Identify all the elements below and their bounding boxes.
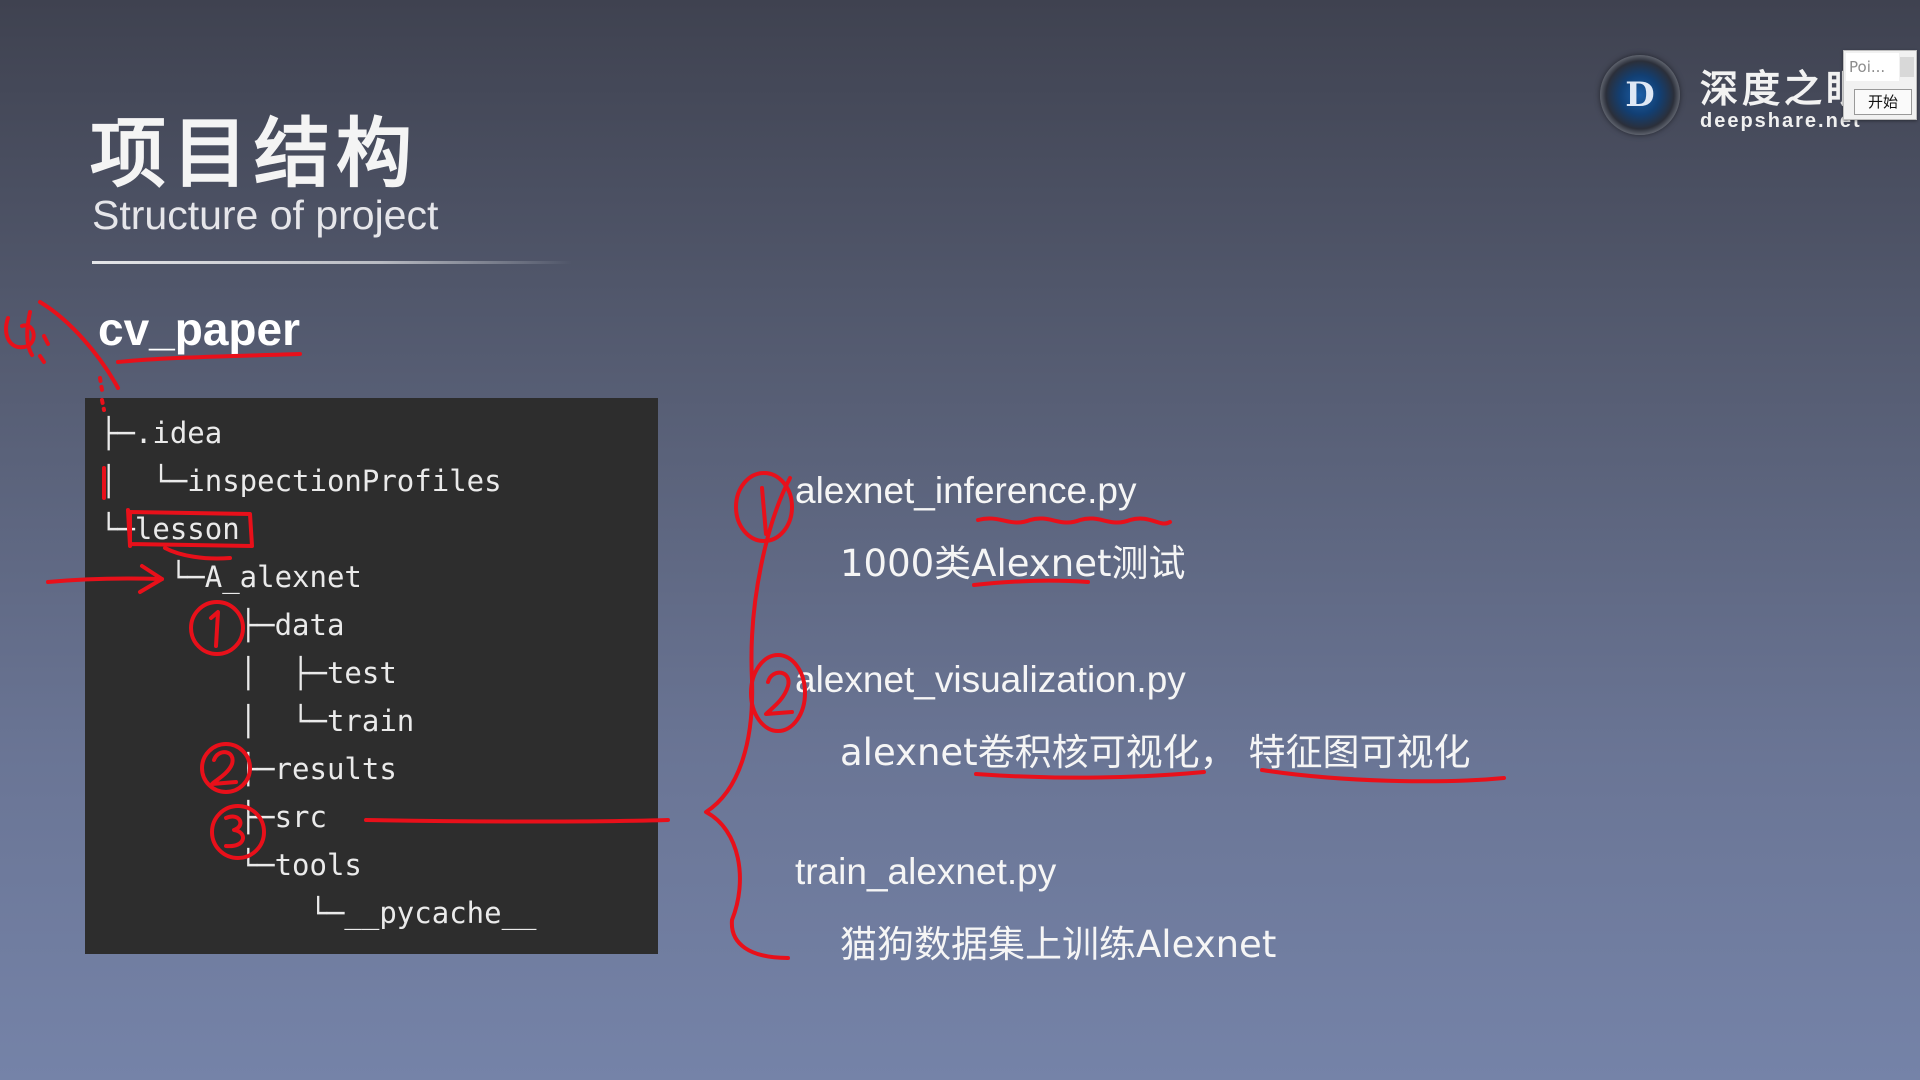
digit-file-1 [760, 486, 768, 536]
file-name-inference: alexnet_inference.py [795, 470, 1137, 511]
tree-line: │ ├─test [100, 656, 397, 690]
file-desc-train: 猫狗数据集上训练Alexnet [840, 923, 1277, 966]
popup-field[interactable]: Poi... [1846, 53, 1899, 81]
file-desc-visualization: alexnet卷积核可视化， 特征图可视化 [840, 731, 1471, 774]
tree-line: └─__pycache__ [100, 896, 537, 930]
digit-file-2 [764, 670, 794, 716]
underline-inference [976, 516, 1172, 526]
tree-line: └─lesson [100, 512, 240, 546]
tree-line: ├─data [100, 608, 345, 642]
tree-line: └─tools [100, 848, 362, 882]
file-name-visualization: alexnet_visualization.py [795, 659, 1186, 700]
popup-thumbnail [1900, 57, 1914, 77]
project-root-name: cv_paper [98, 303, 301, 355]
slide-subtitle: Structure of project [92, 192, 439, 238]
scribble-mark [4, 310, 50, 364]
file-brace [704, 476, 792, 960]
tree-line: │ └─train [100, 704, 415, 738]
recorder-popup: Poi... 开始 [1843, 50, 1917, 120]
popup-start-button[interactable]: 开始 [1854, 89, 1912, 115]
file-name-train: train_alexnet.py [795, 851, 1057, 892]
tree-line: ├─results [100, 752, 397, 786]
tree-line: └─A_alexnet [100, 560, 362, 594]
title-divider [92, 261, 572, 264]
logo-letter: D [1625, 75, 1655, 115]
tree-line: ├─.idea [100, 416, 223, 450]
tree-line: │ └─inspectionProfiles [100, 464, 502, 498]
slide-title: 项目结构 [90, 109, 418, 198]
file-desc-inference: 1000类Alexnet测试 [840, 542, 1186, 585]
circled-number-file-1 [734, 471, 794, 543]
tree-line: ├─src [100, 800, 327, 834]
